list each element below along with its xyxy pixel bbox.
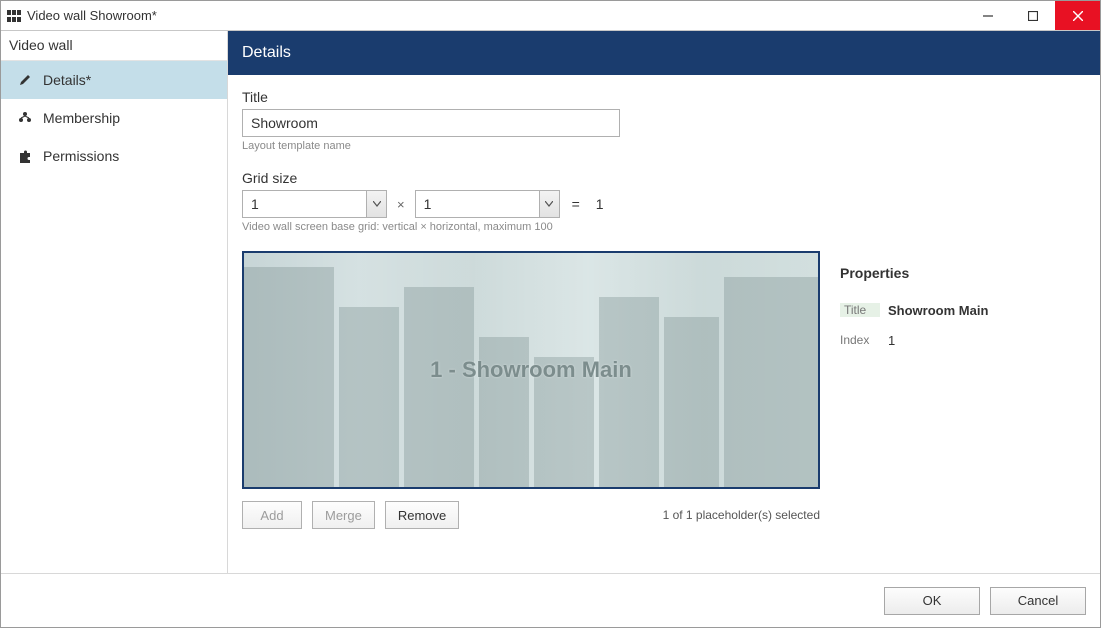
grid-horizontal-value: 1 [416,191,539,217]
grid-times: × [395,197,407,212]
sidebar-item-membership[interactable]: Membership [1,99,227,137]
dialog-footer: OK Cancel [1,573,1100,627]
cancel-button[interactable]: Cancel [990,587,1086,615]
title-help: Layout template name [242,140,1084,152]
panel-header: Details [228,31,1100,75]
membership-icon [17,110,33,126]
property-key: Index [840,333,880,347]
property-key: Title [840,303,880,317]
grid-size-label: Grid size [242,170,1084,186]
sidebar-item-details[interactable]: Details* [1,61,227,99]
properties-heading: Properties [840,265,1084,281]
grid-horizontal-select[interactable]: 1 [415,190,560,218]
grid-help: Video wall screen base grid: vertical × … [242,221,1084,233]
grid-preview[interactable]: 1 - Showroom Main [242,251,820,489]
sidebar-item-label: Details* [43,72,91,88]
sidebar: Video wall Details* [1,31,228,573]
maximize-button[interactable] [1010,1,1055,30]
chevron-down-icon [366,191,386,217]
minimize-button[interactable] [965,1,1010,30]
grid-vertical-select[interactable]: 1 [242,190,387,218]
property-value: 1 [880,333,895,348]
remove-button[interactable]: Remove [385,501,459,529]
preview-label: 1 - Showroom Main [430,357,632,383]
ok-button[interactable]: OK [884,587,980,615]
puzzle-icon [17,148,33,164]
title-input[interactable] [242,109,620,137]
add-button[interactable]: Add [242,501,302,529]
grid-equals: = [568,196,584,212]
property-row-title[interactable]: Title Showroom Main [840,295,1084,325]
grid-result: 1 [592,196,608,212]
sidebar-item-permissions[interactable]: Permissions [1,137,227,175]
chevron-down-icon [539,191,559,217]
main-panel: Details Title Layout template name Grid … [228,31,1100,573]
selection-status: 1 of 1 placeholder(s) selected [663,508,820,522]
pencil-icon [17,72,33,88]
property-row-index[interactable]: Index 1 [840,325,1084,355]
titlebar: Video wall Showroom* [1,1,1100,31]
grid-vertical-value: 1 [243,191,366,217]
properties-panel: Properties Title Showroom Main Index 1 [840,251,1084,355]
title-label: Title [242,89,1084,105]
app-icon [7,10,21,22]
merge-button[interactable]: Merge [312,501,375,529]
sidebar-item-label: Permissions [43,148,119,164]
window-title: Video wall Showroom* [27,8,157,23]
property-value: Showroom Main [880,303,988,318]
sidebar-item-label: Membership [43,110,120,126]
sidebar-title: Video wall [1,31,227,60]
close-button[interactable] [1055,1,1100,30]
